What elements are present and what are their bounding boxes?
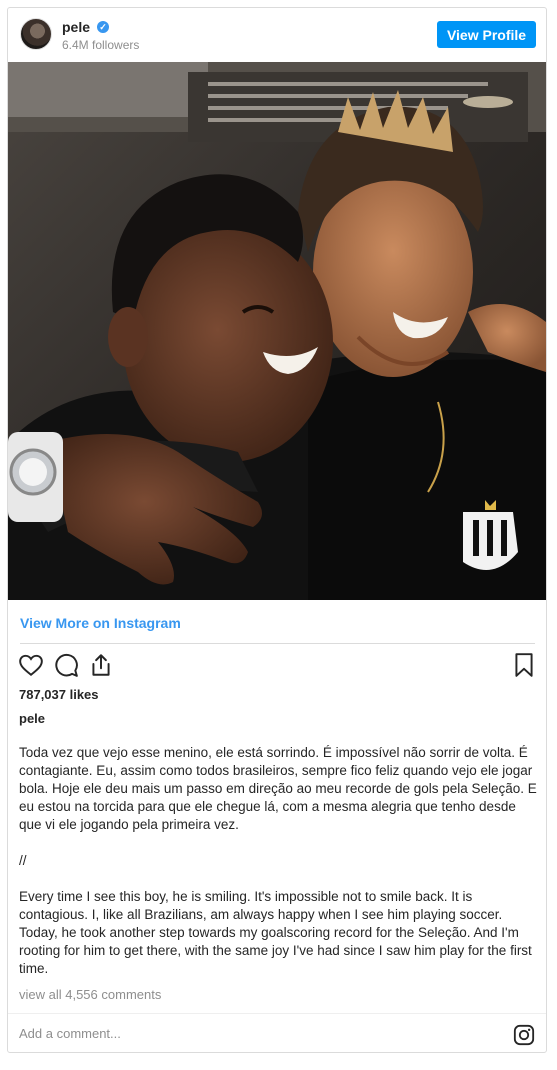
heart-icon[interactable] <box>18 652 44 678</box>
avatar[interactable] <box>20 18 52 50</box>
bookmark-icon[interactable] <box>511 652 537 678</box>
divider <box>20 643 535 644</box>
verified-badge-icon: ✓ <box>97 21 109 33</box>
view-profile-button[interactable]: View Profile <box>437 21 536 48</box>
share-icon[interactable] <box>88 652 114 678</box>
follower-count: 6.4M followers <box>62 38 140 52</box>
action-bar <box>8 652 546 680</box>
post-caption: Toda vez que vejo esse menino, ele está … <box>19 745 537 976</box>
instagram-embed-card: pele ✓ 6.4M followers View Profile View … <box>7 7 547 1053</box>
post-photo[interactable] <box>8 62 546 600</box>
add-comment-input[interactable] <box>8 1014 488 1052</box>
like-count: 787,037 likes <box>19 687 99 702</box>
caption-author[interactable]: pele <box>19 711 45 726</box>
username[interactable]: pele <box>62 19 90 35</box>
comment-icon[interactable] <box>53 652 79 678</box>
post-photo-illustration <box>8 62 546 600</box>
view-all-comments-link[interactable]: view all 4,556 comments <box>19 987 161 1002</box>
post-header: pele ✓ 6.4M followers View Profile <box>8 8 546 62</box>
view-more-on-instagram-link[interactable]: View More on Instagram <box>20 615 181 631</box>
instagram-logo-icon[interactable] <box>513 1024 535 1046</box>
